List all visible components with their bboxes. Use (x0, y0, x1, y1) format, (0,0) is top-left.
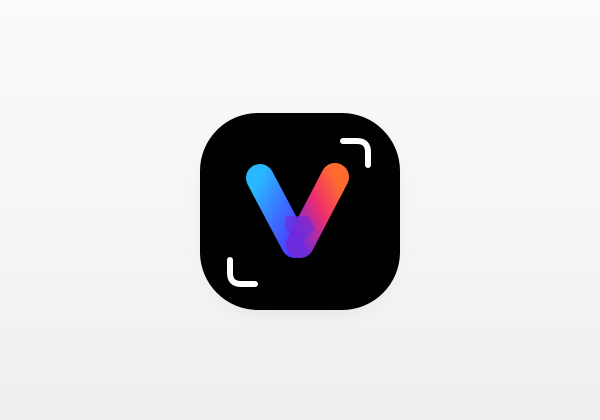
app-icon[interactable] (200, 113, 400, 310)
app-icon-graphic (227, 138, 371, 287)
logo-text: V (0, 0, 1, 1)
app-icon-wrapper[interactable] (200, 113, 400, 310)
frame-corner-top-right-icon (340, 138, 371, 168)
v-logo-icon (246, 163, 349, 258)
icon-stage: V (0, 0, 600, 420)
frame-corner-bottom-left-icon (227, 257, 258, 287)
